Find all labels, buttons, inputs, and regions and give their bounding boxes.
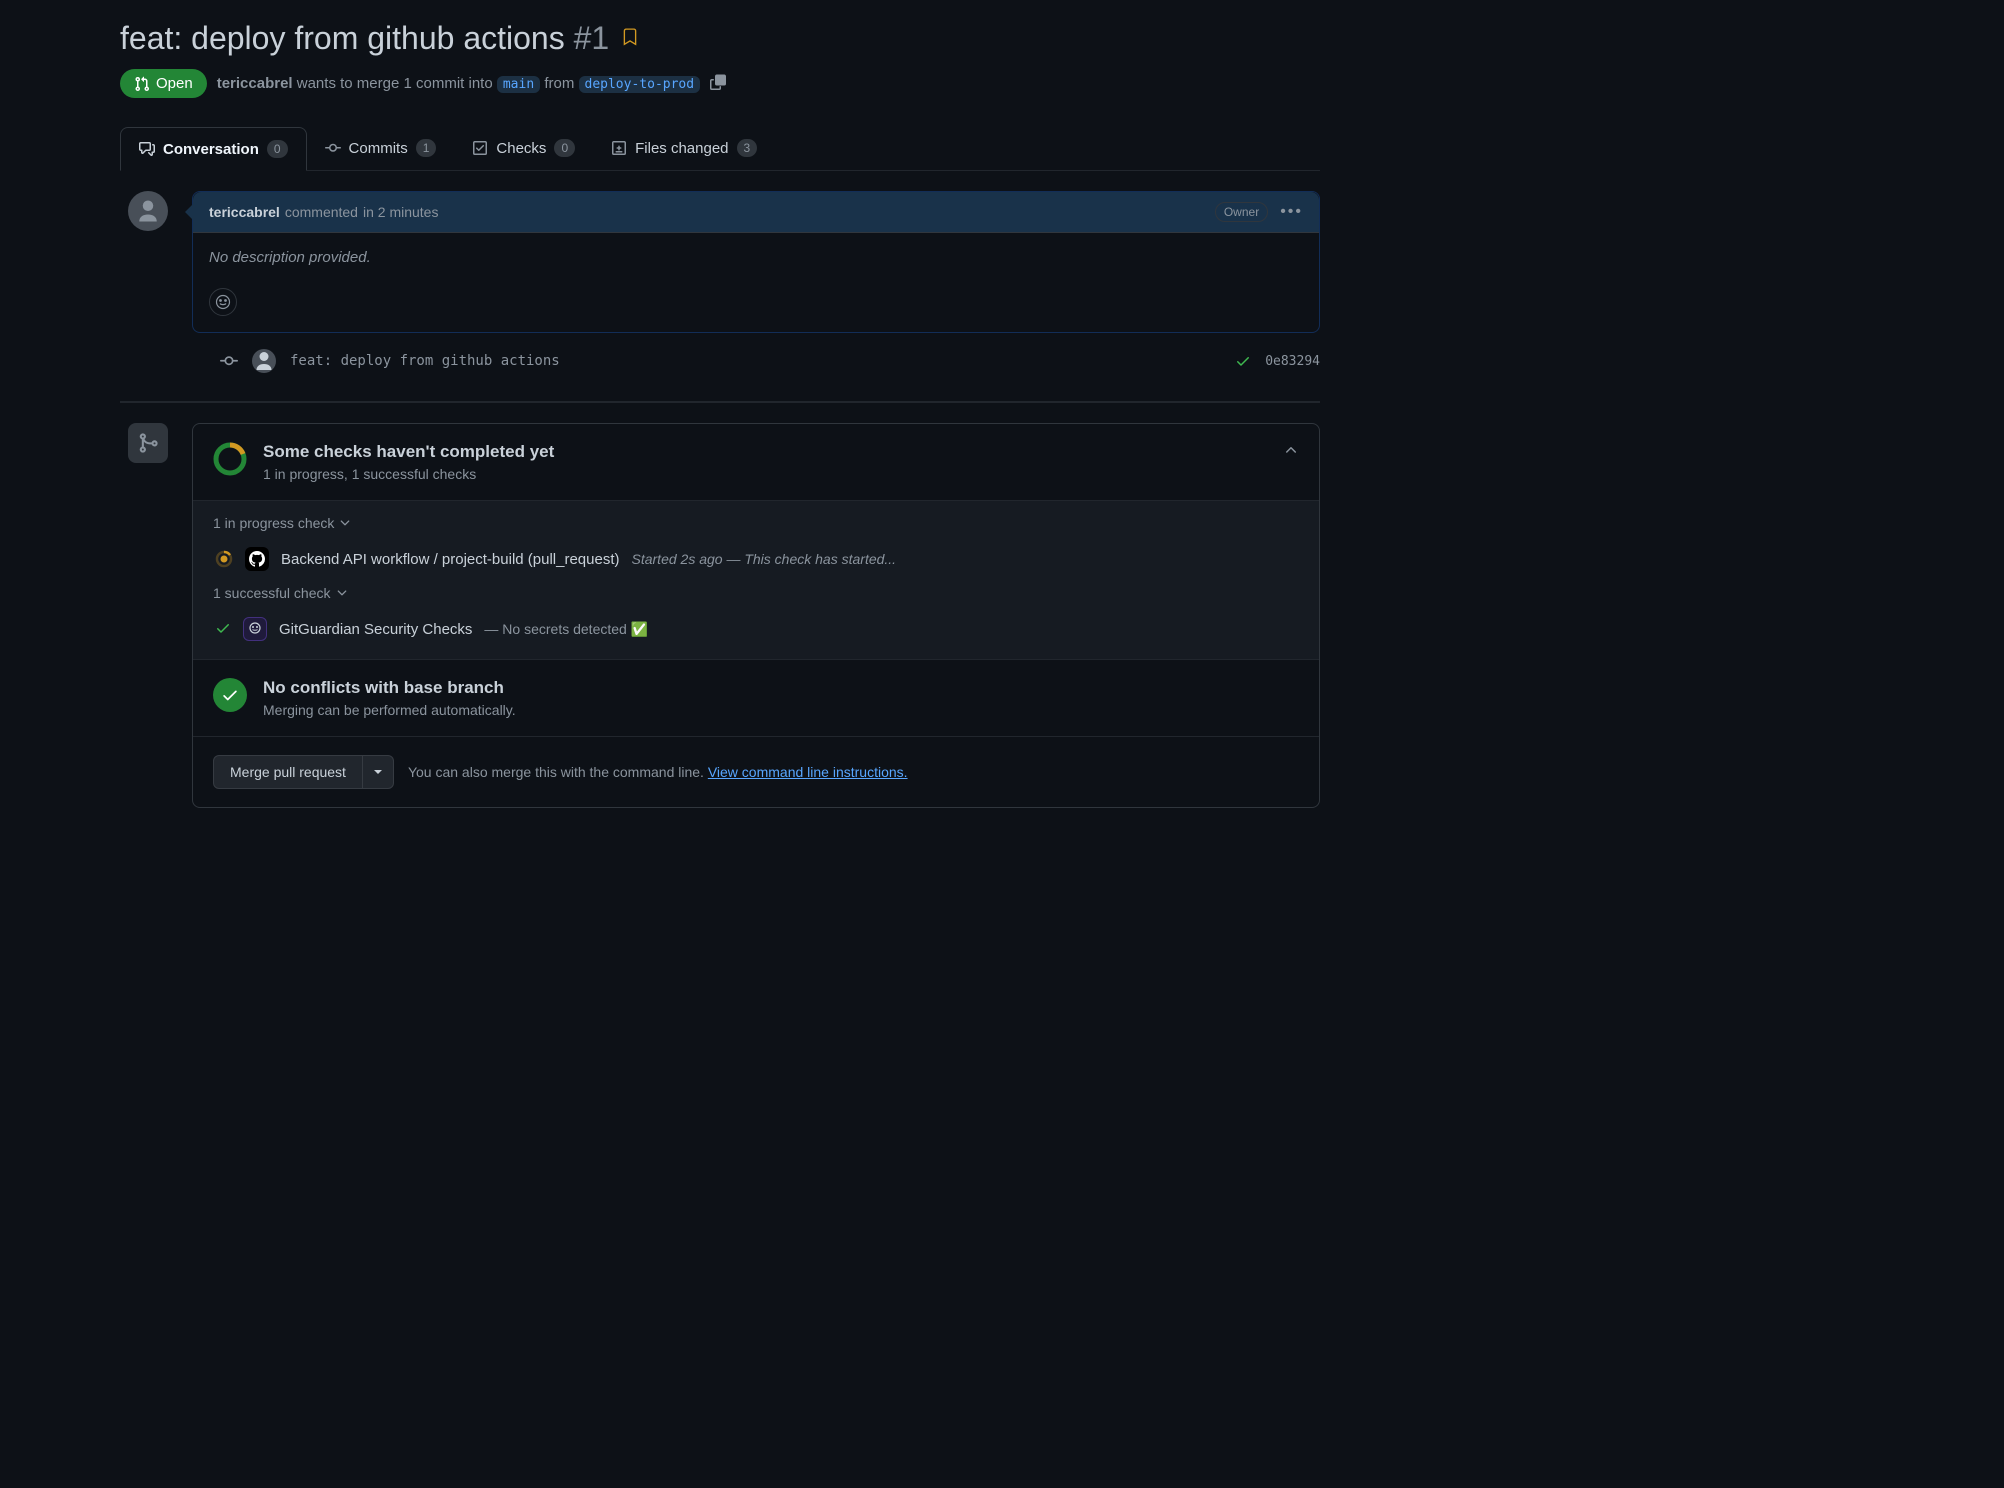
progress-circle-icon xyxy=(213,442,247,476)
check-group-success[interactable]: 1 successful check xyxy=(213,585,1299,601)
commit-avatar[interactable] xyxy=(252,349,276,373)
merge-button[interactable]: Merge pull request xyxy=(213,755,363,789)
checks-subtitle: 1 in progress, 1 successful checks xyxy=(263,466,1267,482)
base-branch[interactable]: main xyxy=(497,76,540,93)
pr-tabs: Conversation 0 Commits 1 Checks 0 Files … xyxy=(120,126,1320,171)
tab-files[interactable]: Files changed 3 xyxy=(593,126,775,170)
state-label: Open xyxy=(156,75,193,92)
caret-down-icon xyxy=(373,767,383,777)
check-item[interactable]: GitGuardian Security Checks — No secrets… xyxy=(213,611,1299,645)
git-merge-icon xyxy=(128,423,168,463)
cmdline-link[interactable]: View command line instructions. xyxy=(708,764,908,780)
check-group-inprogress[interactable]: 1 in progress check xyxy=(213,515,1299,531)
commit-message[interactable]: feat: deploy from github actions xyxy=(290,353,1221,369)
conflicts-title: No conflicts with base branch xyxy=(263,678,516,698)
bookmark-icon[interactable] xyxy=(621,28,639,49)
reaction-button[interactable] xyxy=(209,288,237,316)
commit-item: feat: deploy from github actions 0e83294 xyxy=(192,333,1320,389)
commit-sha[interactable]: 0e83294 xyxy=(1265,354,1320,369)
spinner-icon xyxy=(215,550,233,568)
compare-branch[interactable]: deploy-to-prod xyxy=(579,76,701,93)
check-item[interactable]: Backend API workflow / project-build (pu… xyxy=(213,541,1299,585)
checks-title: Some checks haven't completed yet xyxy=(263,442,1267,462)
pull-request-icon xyxy=(134,76,150,92)
chevron-down-icon xyxy=(338,516,352,530)
pr-author[interactable]: tericcabrel xyxy=(217,75,293,92)
comment-time[interactable]: in 2 minutes xyxy=(363,204,438,220)
tab-checks[interactable]: Checks 0 xyxy=(454,126,593,170)
merge-dropdown[interactable] xyxy=(363,755,394,789)
pr-description-comment: tericcabrel commented in 2 minutes Owner… xyxy=(192,191,1320,333)
state-badge: Open xyxy=(120,69,207,98)
pr-number: #1 xyxy=(574,20,610,56)
merge-status-box: Some checks haven't completed yet 1 in p… xyxy=(192,423,1320,808)
github-icon xyxy=(245,547,269,571)
cmdline-hint: You can also merge this with the command… xyxy=(408,764,908,780)
checks-list: 1 in progress check Backend API workflow… xyxy=(193,501,1319,660)
owner-badge: Owner xyxy=(1215,202,1268,222)
kebab-icon[interactable]: ••• xyxy=(1280,203,1303,221)
copy-icon[interactable] xyxy=(710,74,726,93)
chevron-down-icon xyxy=(335,586,349,600)
tab-conversation[interactable]: Conversation 0 xyxy=(120,127,307,171)
success-check-icon xyxy=(213,678,247,712)
check-icon xyxy=(215,620,231,639)
tab-commits[interactable]: Commits 1 xyxy=(307,126,455,170)
avatar[interactable] xyxy=(128,191,168,231)
gitguardian-icon xyxy=(243,617,267,641)
pr-title: feat: deploy from github actions xyxy=(120,20,565,56)
pr-meta: tericcabrel wants to merge 1 commit into… xyxy=(217,75,700,92)
conflicts-subtitle: Merging can be performed automatically. xyxy=(263,702,516,718)
commit-icon xyxy=(220,352,238,370)
check-icon xyxy=(1235,353,1251,369)
comment-body: No description provided. xyxy=(209,249,371,266)
chevron-up-icon[interactable] xyxy=(1283,442,1299,461)
comment-author[interactable]: tericcabrel xyxy=(209,204,280,220)
